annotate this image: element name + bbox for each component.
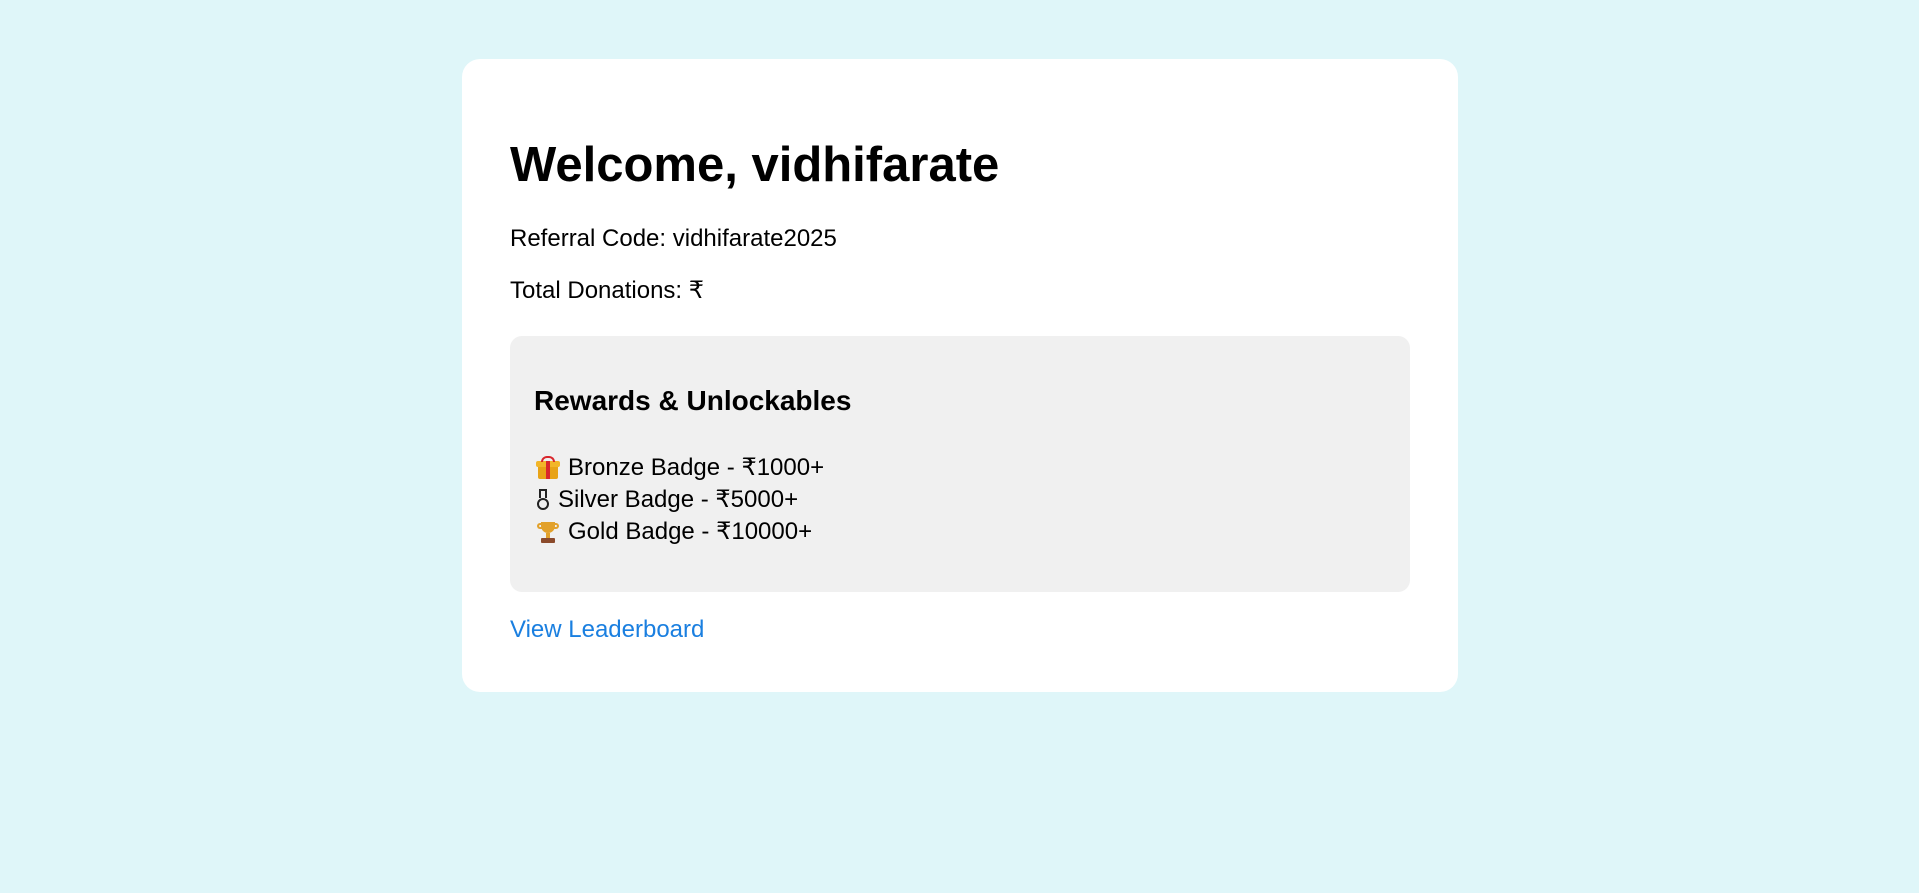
reward-list: Bronze Badge - ₹1000+ Silver Badge - ₹50… xyxy=(536,452,824,548)
rewards-panel: Rewards & Unlockables Bronze Badge - ₹10… xyxy=(510,336,1410,592)
reward-item-silver: Silver Badge - ₹5000+ xyxy=(536,484,824,516)
total-donations-text: Total Donations: ₹ xyxy=(510,277,705,304)
reward-label-silver: Silver Badge - ₹5000+ xyxy=(558,486,799,513)
medal-icon xyxy=(536,488,550,512)
reward-label-gold: Gold Badge - ₹10000+ xyxy=(568,518,813,545)
reward-item-gold: Gold Badge - ₹10000+ xyxy=(536,516,824,548)
referral-code-text: Referral Code: vidhifarate2025 xyxy=(510,225,837,252)
trophy-icon xyxy=(536,520,560,544)
reward-item-bronze: Bronze Badge - ₹1000+ xyxy=(536,452,824,484)
rewards-title: Rewards & Unlockables xyxy=(534,385,852,416)
page-title: Welcome, vidhifarate xyxy=(510,138,1000,192)
view-leaderboard-link[interactable]: View Leaderboard xyxy=(510,616,704,645)
reward-label-bronze: Bronze Badge - ₹1000+ xyxy=(568,454,825,481)
gift-icon xyxy=(536,456,560,480)
dashboard-card: Welcome, vidhifarate Referral Code: vidh… xyxy=(462,59,1458,692)
